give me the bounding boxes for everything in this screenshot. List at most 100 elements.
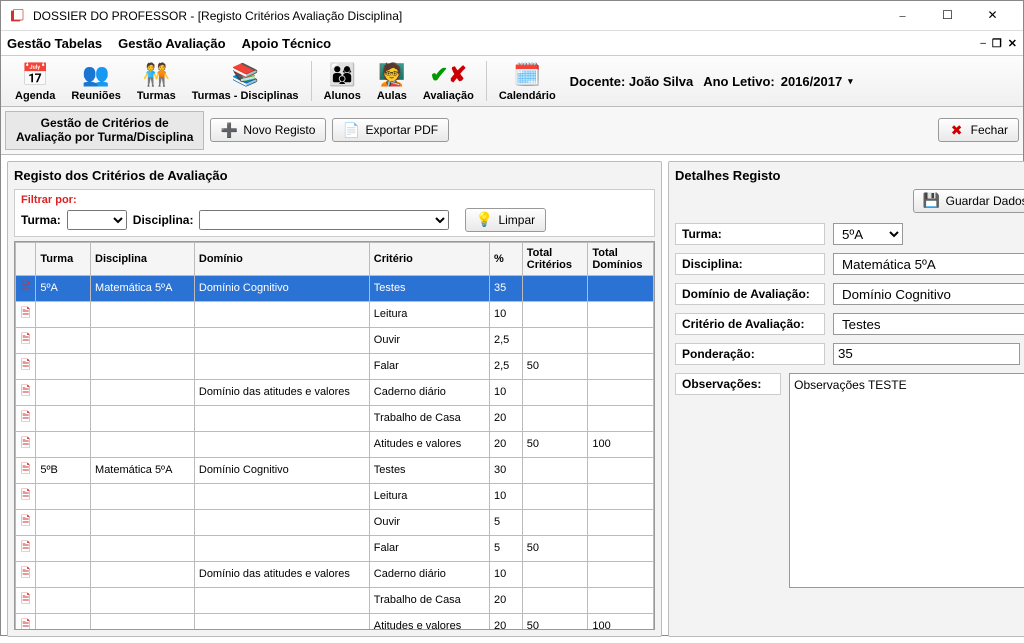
tool-avaliacao[interactable]: ✔✘Avaliação (415, 58, 482, 104)
cell-pct: 5 (490, 535, 523, 561)
cell-disciplina (91, 379, 195, 405)
cell-disciplina: Matemática 5ºA (91, 275, 195, 301)
window-title: DOSSIER DO PROFESSOR - [Registo Critério… (33, 9, 880, 23)
cell-total-dominios (588, 561, 654, 587)
cell-criterio: Testes (369, 275, 489, 301)
menu-gestao-avaliacao[interactable]: Gestão Avaliação (118, 36, 225, 51)
maximize-button[interactable]: ☐ (925, 1, 970, 31)
filter-disciplina-select[interactable] (199, 210, 449, 230)
th-total-dominios[interactable]: Total Domínios (588, 242, 654, 275)
filter-turma-select[interactable] (67, 210, 127, 230)
observacoes-textarea[interactable] (789, 373, 1024, 588)
cell-total-criterios: 50 (522, 535, 588, 561)
tool-agenda[interactable]: 📅Agenda (7, 58, 63, 104)
cell-total-criterios (522, 561, 588, 587)
close-button[interactable]: ✕ (970, 1, 1015, 31)
subheader-title: Gestão de Critérios de Avaliação por Tur… (5, 111, 204, 150)
menu-gestao-tabelas[interactable]: Gestão Tabelas (7, 36, 102, 51)
th-dominio[interactable]: Domínio (194, 242, 369, 275)
students-icon: 👨‍👩‍👦 (327, 60, 357, 90)
cell-turma (36, 379, 91, 405)
cell-dominio (194, 327, 369, 353)
cell-pct: 10 (490, 301, 523, 327)
th-pct[interactable]: % (490, 242, 523, 275)
team-circle-icon: 🧑‍🤝‍🧑 (141, 60, 171, 90)
disciplina-select[interactable]: Matemática 5ºA (833, 253, 1024, 275)
table-row[interactable]: 🗎Domínio das atitudes e valoresCaderno d… (16, 561, 654, 587)
ano-letivo-value[interactable]: 2016/2017 (781, 74, 842, 89)
tool-turmas-disciplinas[interactable]: 📚Turmas - Disciplinas (184, 58, 307, 104)
save-icon: 💾 (924, 193, 940, 209)
row-doc-icon: 🗎 (21, 280, 31, 294)
guardar-dados-label: Guardar Dados (946, 194, 1024, 208)
th-disciplina[interactable]: Disciplina (91, 242, 195, 275)
cell-dominio (194, 353, 369, 379)
tool-reunioes[interactable]: 👥Reuniões (63, 58, 129, 104)
th-turma[interactable]: Turma (36, 242, 91, 275)
cell-disciplina (91, 535, 195, 561)
table-row[interactable]: 🗎Ouvir5 (16, 509, 654, 535)
mdi-minimize-button[interactable]: – (980, 37, 986, 50)
menu-apoio-tecnico[interactable]: Apoio Técnico (242, 36, 332, 51)
th-total-criterios[interactable]: Total Critérios (522, 242, 588, 275)
teacher-board-icon: 🧑‍🏫 (377, 60, 407, 90)
ponderacao-input[interactable] (833, 343, 1020, 365)
criteria-table-wrap[interactable]: Turma Disciplina Domínio Critério % Tota… (14, 241, 655, 630)
tool-calendario[interactable]: 🗓️Calendário (491, 58, 564, 104)
tool-turmas[interactable]: 🧑‍🤝‍🧑Turmas (129, 58, 184, 104)
cell-pct: 10 (490, 561, 523, 587)
fechar-label: Fechar (971, 123, 1008, 137)
fechar-button[interactable]: ✖Fechar (938, 118, 1019, 142)
row-doc-icon: 🗎 (21, 540, 31, 554)
row-doc-icon: 🗎 (21, 488, 31, 502)
table-row[interactable]: 🗎Ouvir2,5 (16, 327, 654, 353)
cell-total-dominios: 100 (588, 613, 654, 630)
cell-turma (36, 509, 91, 535)
cell-turma (36, 327, 91, 353)
cell-disciplina (91, 587, 195, 613)
cell-pct: 30 (490, 457, 523, 483)
cell-disciplina (91, 483, 195, 509)
table-row[interactable]: 🗎Leitura10 (16, 483, 654, 509)
cell-turma (36, 613, 91, 630)
cell-total-dominios (588, 353, 654, 379)
cell-pct: 20 (490, 431, 523, 457)
turma-select[interactable]: 5ºA (833, 223, 903, 245)
tool-alunos[interactable]: 👨‍👩‍👦Alunos (316, 58, 369, 104)
exportar-pdf-button[interactable]: 📄Exportar PDF (332, 118, 449, 142)
table-row[interactable]: 🗎Falar2,550 (16, 353, 654, 379)
table-row[interactable]: 🗎Trabalho de Casa20 (16, 405, 654, 431)
row-doc-icon: 🗎 (21, 410, 31, 424)
cell-total-criterios (522, 327, 588, 353)
filter-box: Filtrar por: Turma: Disciplina: 💡Limpar (14, 189, 655, 237)
guardar-dados-button[interactable]: 💾 Guardar Dados (913, 189, 1024, 213)
chevron-down-icon[interactable]: ▾ (848, 76, 853, 87)
table-row[interactable]: 🗎Falar550 (16, 535, 654, 561)
table-row[interactable]: 🗎Atitudes e valores2050100 (16, 613, 654, 630)
table-row[interactable]: 🗎Trabalho de Casa20 (16, 587, 654, 613)
cell-total-criterios (522, 483, 588, 509)
tool-aulas[interactable]: 🧑‍🏫Aulas (369, 58, 415, 104)
mdi-close-button[interactable]: ✕ (1008, 37, 1017, 50)
table-row[interactable]: 🗎Domínio das atitudes e valoresCaderno d… (16, 379, 654, 405)
dominio-select[interactable]: Domínio Cognitivo (833, 283, 1024, 305)
novo-registo-button[interactable]: ➕Novo Registo (210, 118, 326, 142)
cell-total-dominios (588, 483, 654, 509)
table-row[interactable]: 🗎Leitura10 (16, 301, 654, 327)
th-criterio[interactable]: Critério (369, 242, 489, 275)
minimize-button[interactable]: – (880, 1, 925, 31)
cell-disciplina: Matemática 5ºA (91, 457, 195, 483)
cell-total-criterios (522, 275, 588, 301)
cell-turma (36, 405, 91, 431)
table-row[interactable]: 🗎5ºBMatemática 5ºADomínio CognitivoTeste… (16, 457, 654, 483)
mdi-restore-button[interactable]: ❐ (992, 37, 1002, 50)
criterio-select[interactable]: Testes (833, 313, 1024, 335)
limpar-button[interactable]: 💡Limpar (465, 208, 546, 232)
cell-criterio: Trabalho de Casa (369, 587, 489, 613)
table-row[interactable]: 🗎Atitudes e valores2050100 (16, 431, 654, 457)
cell-criterio: Atitudes e valores (369, 613, 489, 630)
cell-total-criterios (522, 405, 588, 431)
table-row[interactable]: 🗎5ºAMatemática 5ºADomínio CognitivoTeste… (16, 275, 654, 301)
cell-criterio: Falar (369, 353, 489, 379)
cell-disciplina (91, 613, 195, 630)
